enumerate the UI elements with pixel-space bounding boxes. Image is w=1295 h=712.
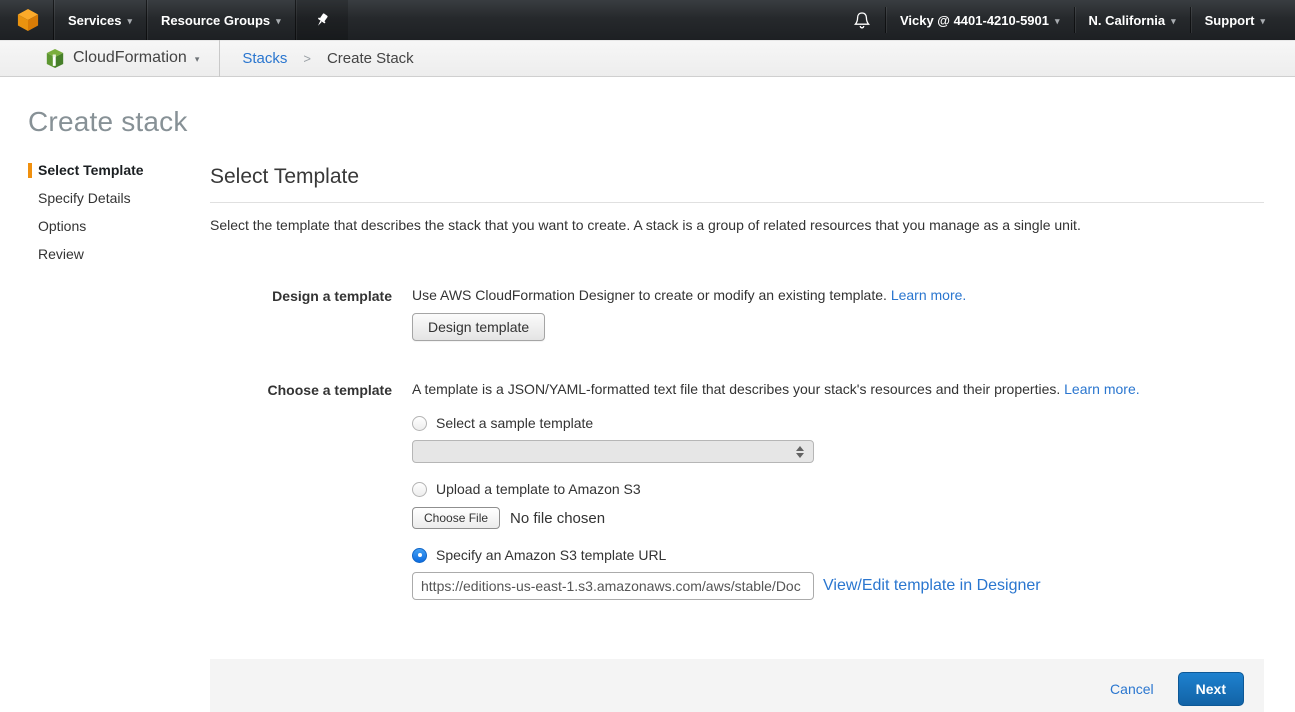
chevron-down-icon: ▾: [128, 15, 133, 26]
file-upload-row: Choose File No file chosen: [412, 507, 1264, 529]
section-description: Select the template that describes the s…: [210, 217, 1264, 233]
divider: [210, 202, 1264, 203]
chevron-down-icon: ▾: [1055, 15, 1060, 26]
support-menu[interactable]: Support ▾: [1191, 0, 1279, 40]
design-learn-more-link[interactable]: Learn more.: [891, 287, 966, 303]
pinned-shortcuts-button[interactable]: [296, 0, 348, 40]
s3-url-radio[interactable]: [412, 548, 427, 563]
top-navbar: Services ▾ Resource Groups ▾: [0, 0, 1295, 40]
choose-template-label: Choose a template: [210, 381, 392, 600]
account-label: Vicky @ 4401-4210-5901: [900, 13, 1049, 28]
design-template-row: Design a template Use AWS CloudFormation…: [210, 287, 1264, 341]
step-options[interactable]: Options: [28, 219, 210, 234]
upload-template-radio[interactable]: [412, 482, 427, 497]
chevron-down-icon: ▾: [276, 15, 281, 26]
sample-template-radio-label: Select a sample template: [436, 415, 593, 431]
resource-groups-label: Resource Groups: [161, 13, 270, 28]
breadcrumb-separator: >: [303, 51, 311, 66]
breadcrumb-stacks-link[interactable]: Stacks: [242, 50, 287, 67]
chevron-down-icon: ▾: [1171, 15, 1176, 26]
s3-url-row: View/Edit template in Designer: [412, 572, 1264, 600]
aws-cube-icon: [17, 8, 39, 32]
choose-learn-more-link[interactable]: Learn more.: [1064, 381, 1139, 397]
choose-file-button[interactable]: Choose File: [412, 507, 500, 529]
breadcrumb-current: Create Stack: [327, 50, 414, 67]
design-template-label: Design a template: [210, 287, 392, 341]
sample-template-option: Select a sample template: [412, 415, 1264, 431]
services-label: Services: [68, 13, 122, 28]
s3-url-option: Specify an Amazon S3 template URL: [412, 547, 1264, 563]
section-heading: Select Template: [210, 165, 1264, 189]
notifications-button[interactable]: [839, 0, 885, 40]
view-edit-designer-link[interactable]: View/Edit template in Designer: [823, 577, 1041, 595]
s3-url-radio-label: Specify an Amazon S3 template URL: [436, 547, 666, 563]
region-label: N. California: [1089, 13, 1166, 28]
aws-logo[interactable]: [0, 0, 53, 40]
pushpin-icon: [314, 12, 330, 28]
s3-url-input[interactable]: [412, 572, 814, 600]
step-select-template[interactable]: Select Template: [28, 163, 210, 178]
step-specify-details[interactable]: Specify Details: [28, 191, 210, 206]
next-button[interactable]: Next: [1178, 672, 1244, 706]
aws-console-page: Services ▾ Resource Groups ▾: [0, 0, 1295, 712]
sample-template-select[interactable]: [412, 440, 814, 463]
bell-icon: [853, 11, 871, 30]
breadcrumb: Stacks > Create Stack: [220, 50, 413, 67]
service-switcher[interactable]: CloudFormation ▾: [0, 40, 219, 76]
design-template-description: Use AWS CloudFormation Designer to creat…: [412, 287, 1264, 303]
design-template-button[interactable]: Design template: [412, 313, 545, 341]
wizard-steps: Select Template Specify Details Options …: [0, 163, 210, 712]
support-label: Support: [1205, 13, 1255, 28]
resource-groups-menu[interactable]: Resource Groups ▾: [147, 0, 295, 40]
main-content: Select Template Select the template that…: [210, 163, 1264, 712]
choose-template-row: Choose a template A template is a JSON/Y…: [210, 381, 1264, 600]
service-name: CloudFormation: [73, 49, 187, 67]
choose-template-description: A template is a JSON/YAML-formatted text…: [412, 381, 1264, 397]
chevron-down-icon: ▾: [1260, 15, 1265, 26]
services-menu[interactable]: Services ▾: [54, 0, 146, 40]
chevron-down-icon: ▾: [195, 53, 200, 64]
sample-template-radio[interactable]: [412, 416, 427, 431]
region-menu[interactable]: N. California ▾: [1075, 0, 1190, 40]
step-review[interactable]: Review: [28, 247, 210, 262]
upload-template-radio-label: Upload a template to Amazon S3: [436, 481, 641, 497]
cloudformation-icon: [45, 48, 65, 69]
upload-template-option: Upload a template to Amazon S3: [412, 481, 1264, 497]
account-menu[interactable]: Vicky @ 4401-4210-5901 ▾: [886, 0, 1074, 40]
cancel-button[interactable]: Cancel: [1110, 681, 1154, 697]
service-navbar: CloudFormation ▾ Stacks > Create Stack: [0, 40, 1295, 77]
select-stepper-icon: [789, 441, 813, 462]
page-title: Create stack: [28, 106, 1295, 138]
wizard-footer: Cancel Next: [210, 659, 1264, 712]
file-status-text: No file chosen: [510, 510, 605, 527]
